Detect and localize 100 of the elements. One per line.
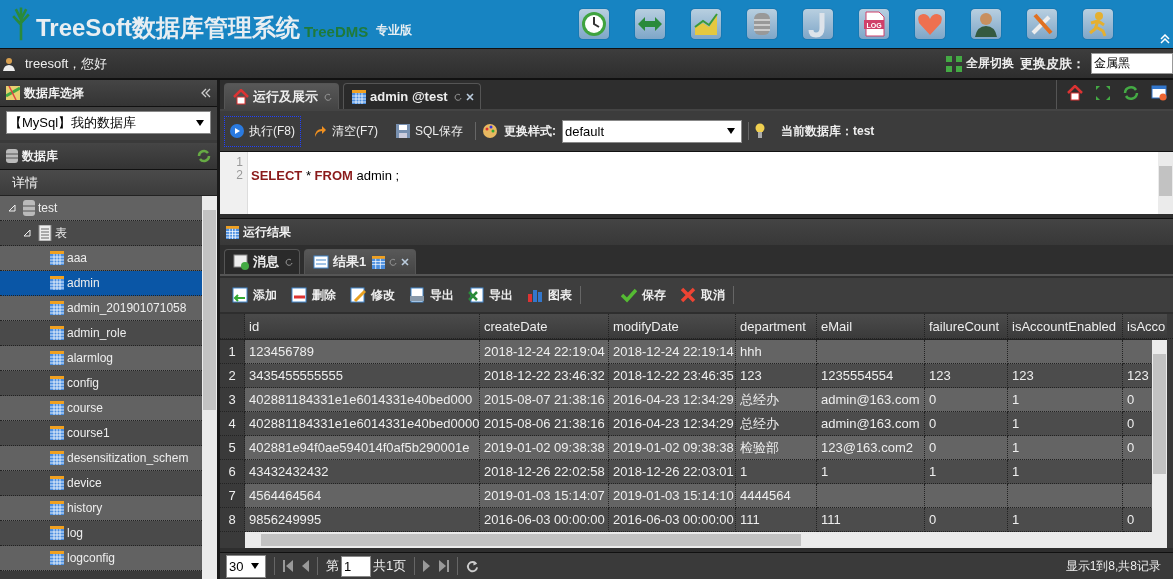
column-header[interactable]: department — [736, 314, 817, 339]
table-icon — [50, 501, 64, 515]
table-icon — [50, 376, 64, 390]
refresh-icon[interactable] — [466, 559, 480, 573]
tree-item[interactable]: admin_201901071058 — [0, 296, 202, 321]
add-row-icon — [232, 287, 248, 303]
tree-item[interactable]: admin_role — [0, 321, 202, 346]
next-page-icon[interactable] — [423, 560, 432, 572]
toolbar-button[interactable]: 取消 — [674, 281, 731, 309]
tab[interactable]: admin @test — [343, 83, 481, 109]
reload-icon[interactable] — [389, 258, 398, 266]
column-header[interactable]: id — [245, 314, 480, 339]
column-header[interactable]: eMail — [817, 314, 925, 339]
table-row[interactable]: 7 4564464564 2019-01-03 15:14:07 2019-01-03 15:14:10 4444564 — [220, 484, 1152, 508]
toolbar-button[interactable]: 图表 — [521, 281, 578, 309]
fullscreen-toggle-button[interactable]: 全屏切换 — [946, 55, 1014, 72]
column-header[interactable]: isAccountEnabled — [1008, 314, 1123, 339]
table-row[interactable]: 5 402881e94f0ae594014f0af5b290001e 2019-01-02 09:38:38 2019-01-02 09:38:38 检验部 123@163.com2 0 1 0 — [220, 436, 1152, 460]
tree-item[interactable]: desensitization_schem — [0, 446, 202, 471]
person-icon[interactable] — [971, 9, 1001, 39]
tree-item[interactable]: logconfig — [0, 546, 202, 571]
row-number: 7 — [220, 484, 245, 508]
skin-label: 更换皮肤： — [1020, 54, 1085, 73]
tree-item[interactable]: admin — [0, 271, 202, 296]
refresh-icon[interactable] — [1123, 84, 1139, 101]
page-number-field[interactable]: 1 — [341, 555, 371, 577]
previous-page-icon[interactable] — [301, 560, 309, 572]
expander-icon[interactable] — [23, 229, 31, 237]
scrollbar[interactable] — [245, 532, 1167, 548]
tree-item[interactable]: log — [0, 521, 202, 546]
spreadsheet-icon — [468, 287, 484, 303]
line-number: 1 — [236, 156, 243, 169]
column-header[interactable]: createDate — [480, 314, 609, 339]
reload-icon[interactable] — [285, 258, 293, 266]
toolbar-button[interactable]: 删除 — [285, 281, 342, 309]
refresh-icon[interactable] — [197, 149, 211, 163]
map-icon — [6, 86, 20, 100]
toolbar-button[interactable]: SQL保存 — [390, 117, 469, 145]
close-icon[interactable] — [401, 258, 410, 266]
palette-icon — [482, 123, 498, 139]
tree-item[interactable]: course — [0, 396, 202, 421]
table-row[interactable]: 2 3435455555555 2018-12-22 23:46:32 2018-12-22 23:46:35 123 1235554554 123 123 123 — [220, 364, 1152, 388]
dropdown-arrow-icon — [196, 119, 204, 126]
greeting-text: treesoft，您好 — [25, 54, 108, 73]
dropdown-arrow-icon — [727, 128, 735, 134]
tree-item[interactable]: course1 — [0, 421, 202, 446]
close-icon[interactable] — [465, 92, 474, 101]
toolbar-button[interactable]: 执行(F8) — [224, 115, 301, 147]
table-row[interactable]: 1 123456789 2018-12-24 22:19:04 2018-12-24 22:19:14 hhh — [220, 340, 1152, 364]
style-select[interactable]: default — [562, 119, 742, 143]
toolbar-button[interactable]: 导出 — [462, 281, 519, 309]
home-icon[interactable] — [1067, 84, 1083, 101]
expand-icon[interactable] — [1095, 84, 1111, 101]
tab[interactable]: 结果1 — [304, 249, 417, 274]
scrollbar[interactable] — [1152, 340, 1167, 532]
table-row[interactable]: 8 9856249995 2016-06-03 00:00:00 2016-06-03 00:00:00 111 111 0 1 0 — [220, 508, 1152, 532]
reload-icon[interactable] — [324, 92, 332, 101]
column-header[interactable]: modifyDate — [609, 314, 736, 339]
last-page-icon[interactable] — [439, 560, 450, 572]
collapse-icon[interactable] — [201, 88, 211, 98]
tree-item[interactable]: test — [0, 196, 202, 221]
tools-icon[interactable] — [1027, 9, 1057, 39]
toolbar-button[interactable]: 导出 — [403, 281, 460, 309]
edit-icon — [350, 287, 366, 303]
dropdown-arrow-icon — [251, 563, 259, 569]
user-icon — [3, 56, 15, 71]
table-icon — [50, 526, 64, 540]
tree-item[interactable]: history — [0, 496, 202, 521]
table-icon — [352, 89, 366, 104]
arrows-icon[interactable] — [635, 9, 665, 39]
toolbar-button[interactable]: 添加 — [226, 281, 283, 309]
scrollbar[interactable] — [1158, 152, 1173, 214]
first-page-icon[interactable] — [283, 560, 293, 572]
tree-item[interactable]: device — [0, 471, 202, 496]
table-row[interactable]: 4 402881184331e1e6014331e40bed0000 2015-08-06 21:38:16 2016-04-23 12:34:29 总经办 admin@163.com 0 1 0 — [220, 412, 1152, 436]
clock-icon[interactable] — [579, 9, 609, 39]
tree-item[interactable]: 表 — [0, 221, 202, 246]
toolbar-button[interactable]: 清空(F7) — [307, 117, 384, 145]
table-row[interactable]: 6 43432432432 2018-12-26 22:02:58 2018-12-26 22:03:01 1 1 1 1 — [220, 460, 1152, 484]
column-header[interactable]: failureCount — [925, 314, 1008, 339]
toolbar-button[interactable]: 修改 — [344, 281, 401, 309]
total-pages-text: 共1页 — [373, 557, 407, 575]
window-icon[interactable] — [1151, 84, 1167, 101]
expander-icon[interactable] — [8, 204, 16, 212]
tree-item[interactable]: aaa — [0, 246, 202, 271]
database-select[interactable]: 【MySql】我的数据库 — [6, 111, 211, 134]
tree-item[interactable]: config — [0, 371, 202, 396]
tree-item[interactable]: alarmlog — [0, 346, 202, 371]
scrollbar[interactable] — [202, 196, 217, 579]
table-row[interactable]: 3 402881184331e1e6014331e40bed000 2015-08-07 21:38:16 2016-04-23 12:34:29 总经办 admin@163.com 0 1 0 — [220, 388, 1152, 412]
toolbar-button[interactable]: 保存 — [615, 281, 672, 309]
tab[interactable]: 消息 — [224, 249, 300, 274]
printer-icon — [409, 287, 425, 303]
skin-select[interactable]: 金属黑 — [1091, 53, 1173, 74]
reload-icon[interactable] — [453, 92, 462, 101]
sql-editor[interactable]: 1 2 SELECT* FROM admin ; — [220, 151, 1173, 214]
tab[interactable]: 运行及展示 — [224, 83, 339, 109]
page-size-select[interactable]: 30 — [226, 554, 266, 578]
chart-icon[interactable] — [691, 9, 721, 39]
column-header[interactable]: isAcco — [1123, 314, 1173, 339]
